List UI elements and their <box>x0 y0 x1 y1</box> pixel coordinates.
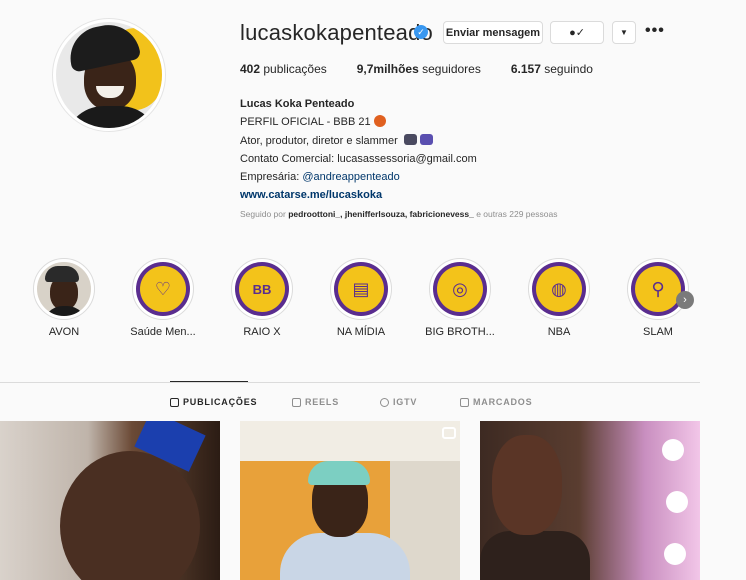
bio-line: Empresária: @andreappenteado <box>240 171 400 184</box>
posts-stat[interactable]: 402 publicações <box>240 62 327 76</box>
send-message-button[interactable]: Enviar mensagem <box>443 21 543 44</box>
chevron-down-icon: ▼ <box>620 28 628 37</box>
tabs-divider <box>0 382 700 383</box>
followed-by-text[interactable]: Seguido por pedroottoni_, jhenifferlsouz… <box>240 209 557 219</box>
verified-badge-icon: ✓ <box>414 25 428 39</box>
following-stat[interactable]: 6.157 seguindo <box>511 62 593 76</box>
post-thumbnail[interactable] <box>0 421 220 580</box>
person-check-icon: ●✓ <box>569 27 585 39</box>
website-link[interactable]: www.catarse.me/lucaskoka <box>240 186 477 204</box>
bbb-logo-icon: BB <box>252 281 272 297</box>
highlight-big-brother[interactable]: ◎ BIG BROTH... <box>420 258 500 338</box>
bio-line: Contato Comercial: lucasassessoria@gmail… <box>240 152 477 165</box>
followers-stat[interactable]: 9,7milhões seguidores <box>357 62 481 76</box>
bio-line: Ator, produtor, diretor e slammer <box>240 132 477 150</box>
tagged-icon <box>460 397 469 407</box>
brain-heart-icon: ♡ <box>154 279 172 299</box>
profile-avatar[interactable] <box>52 18 166 132</box>
chevron-right-icon[interactable]: › <box>676 291 694 309</box>
reel-badge-icon <box>442 427 456 439</box>
reels-icon <box>292 397 301 407</box>
more-options-icon[interactable]: ••• <box>645 22 665 40</box>
active-tab-indicator <box>170 381 248 382</box>
tab-publicacoes[interactable]: PUBLICAÇÕES <box>170 397 257 407</box>
tab-igtv[interactable]: IGTV <box>380 397 417 407</box>
emoji-icon <box>403 133 417 145</box>
profile-stats: 402 publicações 9,7milhões seguidores 6.… <box>240 62 623 76</box>
microphone-icon: ⚲ <box>651 279 665 299</box>
tab-marcados[interactable]: MARCADOS <box>460 397 532 407</box>
profile-username: lucaskokapenteado <box>240 20 433 45</box>
grid-icon <box>170 397 179 407</box>
highlight-na-midia[interactable]: ▤ NA MÍDIA <box>321 258 401 338</box>
bio-line: PERFIL OFICIAL - BBB 21 <box>240 113 477 131</box>
basketball-icon <box>373 115 386 128</box>
highlight-photo <box>37 262 91 316</box>
highlight-raio-x[interactable]: BB RAIO X <box>222 258 302 338</box>
highlight-saude-mental[interactable]: ♡ Saúde Men... <box>123 258 203 338</box>
tab-reels[interactable]: REELS <box>292 397 339 407</box>
post-thumbnail[interactable] <box>480 421 700 580</box>
following-button[interactable]: ●✓ <box>550 21 604 44</box>
avatar-photo <box>56 22 162 128</box>
igtv-icon <box>380 397 389 407</box>
highlight-avon[interactable]: AVON <box>24 258 104 338</box>
webcam-icon: ◎ <box>452 279 468 299</box>
newspaper-icon: ▤ <box>352 279 370 299</box>
mention-link[interactable]: @andreappenteado <box>302 171 399 183</box>
profile-bio: Lucas Koka Penteado PERFIL OFICIAL - BBB… <box>240 95 477 205</box>
emoji-icon <box>419 133 433 145</box>
suggestions-dropdown-button[interactable]: ▼ <box>612 21 636 44</box>
highlight-nba[interactable]: ◍ NBA <box>519 258 599 338</box>
post-thumbnail[interactable] <box>240 421 460 580</box>
basketball-icon: ◍ <box>551 279 567 299</box>
profile-full-name: Lucas Koka Penteado <box>240 98 355 110</box>
